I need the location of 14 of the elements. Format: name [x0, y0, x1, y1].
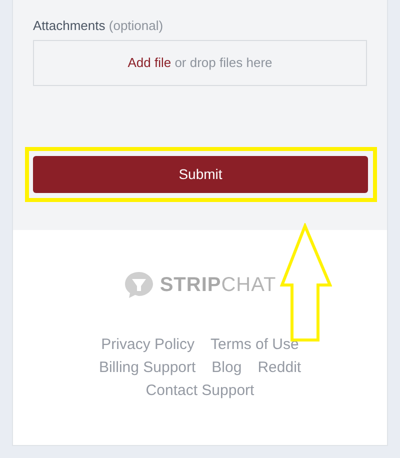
footer-link[interactable]: Contact Support [146, 381, 254, 401]
footer-link[interactable]: Privacy Policy [101, 335, 194, 355]
submit-button[interactable]: Submit [33, 156, 368, 193]
optional-hint: (optional) [108, 18, 164, 33]
add-file-link[interactable]: Add file [128, 55, 172, 70]
footer-link[interactable]: Blog [212, 358, 242, 378]
brand-logo-text: STRIPCHAT [160, 273, 276, 298]
footer-link[interactable]: Terms of Use [210, 335, 299, 355]
field-label: Attachments [33, 18, 106, 33]
dropzone-text: Add file or drop files here [128, 54, 272, 72]
footer-link[interactable]: Reddit [258, 358, 302, 378]
chat-bubble-icon [124, 271, 154, 299]
file-dropzone[interactable]: Add file or drop files here [33, 40, 367, 86]
footer-link[interactable]: Billing Support [98, 358, 196, 378]
